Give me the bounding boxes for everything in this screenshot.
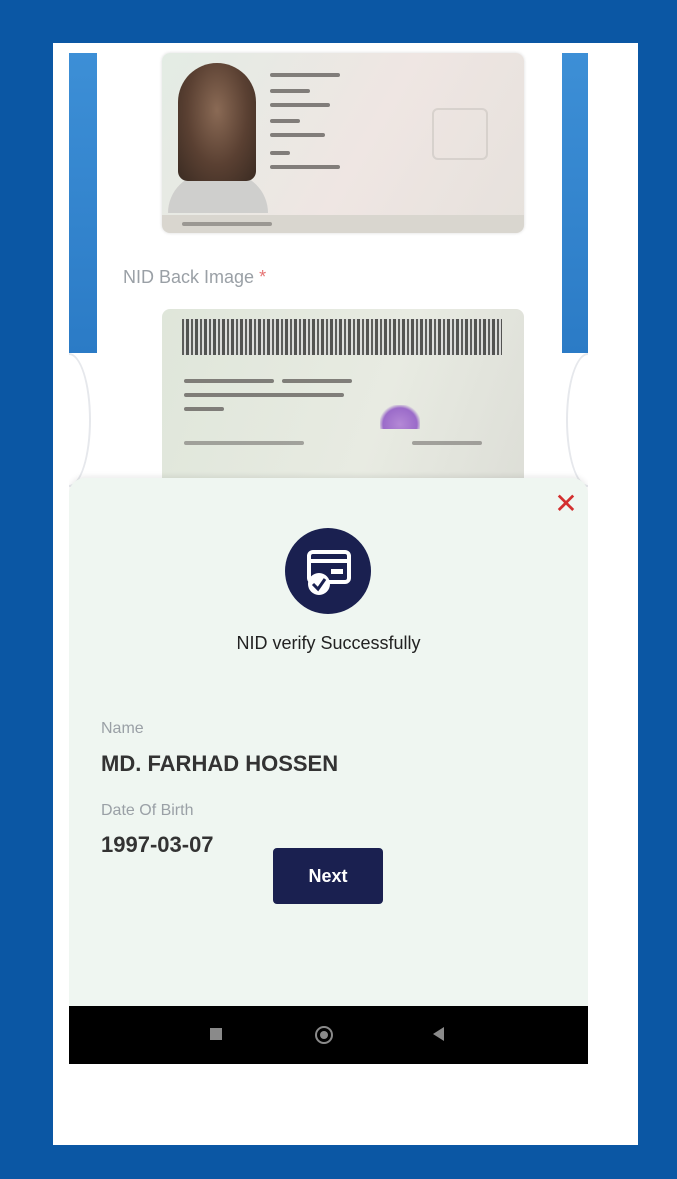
label-text: NID Back Image bbox=[123, 267, 255, 287]
card-text-line bbox=[270, 151, 290, 155]
card-text-line bbox=[270, 89, 310, 93]
card-text-line bbox=[184, 407, 224, 411]
circle-icon[interactable] bbox=[313, 1024, 335, 1051]
card-text-line bbox=[270, 73, 340, 77]
nid-front-image[interactable] bbox=[162, 53, 524, 233]
name-value: MD. FARHAD HOSSEN bbox=[101, 751, 339, 776]
dob-value: 1997-03-07 bbox=[101, 832, 214, 857]
card-text-line bbox=[270, 103, 330, 107]
nid-back-image[interactable] bbox=[162, 309, 524, 489]
next-button[interactable]: Next bbox=[273, 848, 383, 904]
card-bottom-strip bbox=[162, 215, 524, 233]
card-text-line bbox=[282, 379, 352, 383]
dialog-title: NID verify Successfully bbox=[236, 633, 421, 653]
card-seal bbox=[432, 108, 488, 160]
id-card-check-icon bbox=[285, 528, 371, 614]
square-icon[interactable] bbox=[206, 1024, 226, 1049]
lotus-emblem bbox=[380, 405, 420, 429]
background-curve-right bbox=[566, 353, 588, 487]
background-band-left bbox=[69, 53, 97, 353]
portrait-photo bbox=[178, 63, 256, 181]
card-barcode bbox=[182, 319, 502, 355]
nid-back-image-label: NID Back Image * bbox=[123, 267, 266, 288]
phone-screen: NID Back Image * ✕ NID verify Successful… bbox=[69, 43, 588, 1064]
card-text-line bbox=[270, 133, 325, 137]
card-text-line bbox=[184, 441, 304, 445]
card-text-line bbox=[184, 393, 344, 397]
triangle-back-icon[interactable] bbox=[429, 1024, 449, 1049]
card-text-line bbox=[270, 165, 340, 169]
nid-verified-dialog: ✕ NID verify Successfully Name MD. FARHA… bbox=[69, 478, 588, 1006]
background-curve-left bbox=[69, 353, 91, 487]
card-text-line bbox=[270, 119, 300, 123]
card-text-line bbox=[182, 222, 272, 226]
name-label: Name bbox=[101, 720, 144, 737]
close-icon[interactable]: ✕ bbox=[552, 490, 580, 518]
android-nav-bar bbox=[69, 1006, 588, 1064]
card-text-line bbox=[412, 441, 482, 445]
background-band-right bbox=[562, 53, 588, 353]
dob-label: Date Of Birth bbox=[101, 802, 194, 819]
required-asterisk: * bbox=[259, 267, 267, 287]
card-text-line bbox=[184, 379, 274, 383]
